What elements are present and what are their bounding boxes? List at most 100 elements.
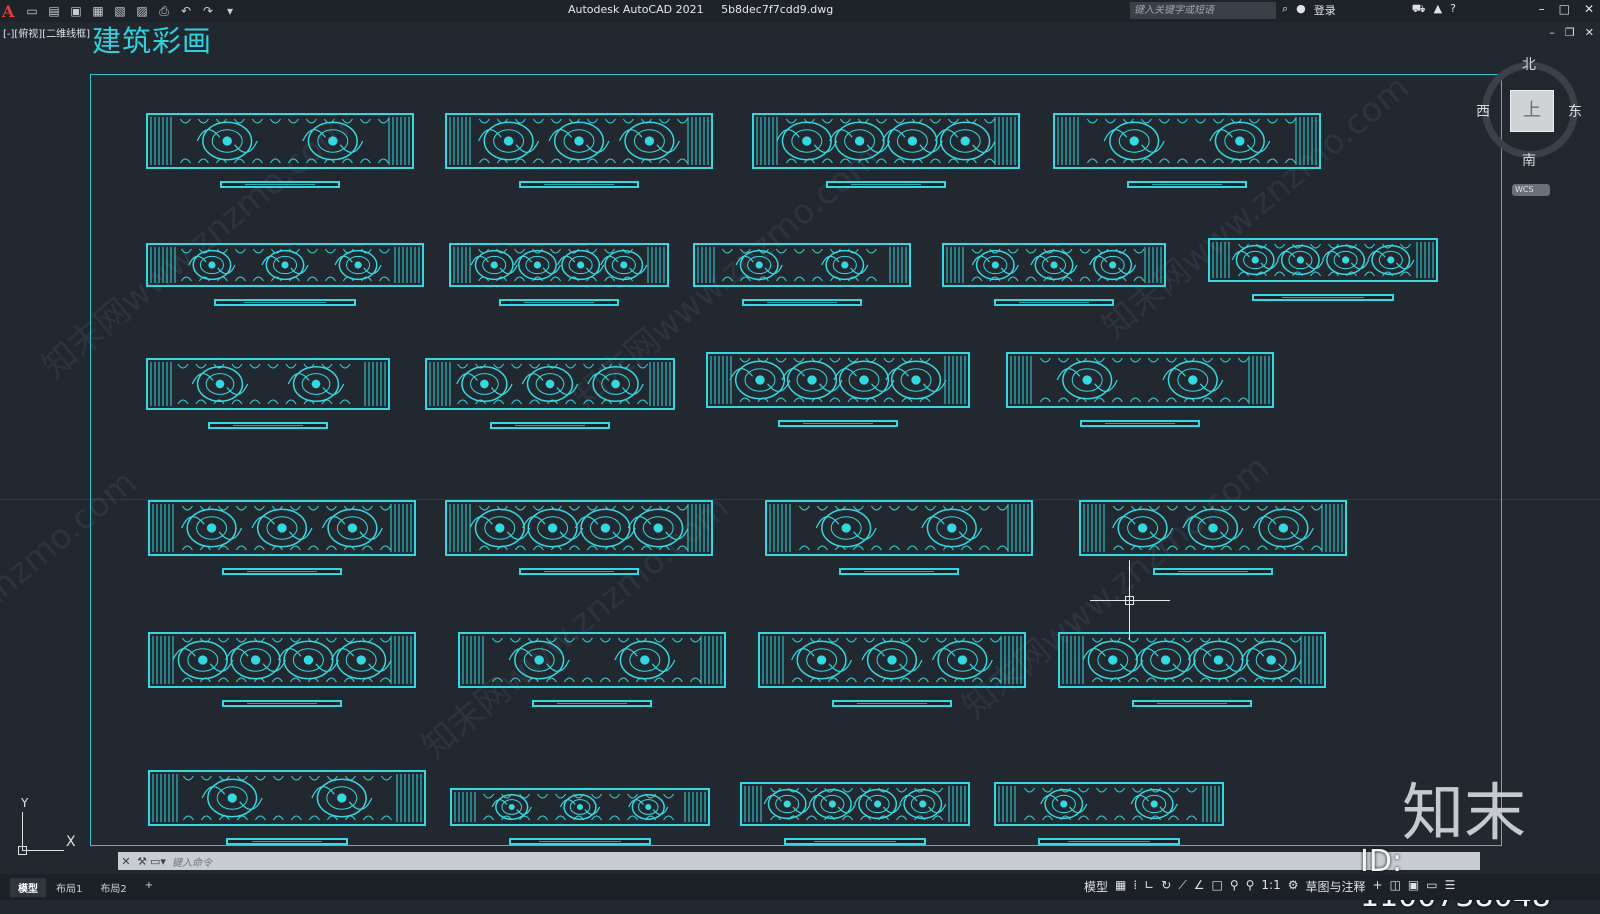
ucs-x-axis <box>22 850 64 851</box>
title-bar: A ▭ ▤ ▣ ▦ ▧ ▨ ⎙ ↶ ↷ ▾ Autodesk AutoCAD 2… <box>0 0 1600 22</box>
tab-layout2[interactable]: 布局2 <box>92 878 134 897</box>
recent-commands-icon[interactable]: ▭▾ <box>150 855 166 868</box>
command-input[interactable]: 键入命令 <box>172 854 212 869</box>
search-input[interactable]: 键入关键字或短语 <box>1130 2 1276 19</box>
ornament-panel <box>450 788 710 826</box>
save-icon[interactable]: ▣ <box>68 4 84 18</box>
file-name: 5b8dec7f7cdd9.dwg <box>721 3 834 16</box>
ornament-panel <box>765 500 1033 556</box>
annotation-visibility-icon[interactable]: ⚲ <box>1230 878 1239 895</box>
sheet-title: 建筑彩画 <box>92 24 213 58</box>
add-layout-button[interactable]: + <box>137 878 161 897</box>
ornament-label-bar <box>532 700 652 707</box>
command-line[interactable]: ✕ ⚒ ▭▾ 键入命令 <box>118 852 1480 870</box>
undo-icon[interactable]: ↶ <box>178 4 194 18</box>
ornament-label-bar <box>778 420 898 427</box>
maximize-icon[interactable]: □ <box>1559 2 1570 16</box>
help-icon[interactable]: ? <box>1450 2 1456 18</box>
open-folder-icon[interactable]: ▤ <box>46 4 62 18</box>
drawing-minimize-icon[interactable]: – <box>1549 26 1555 39</box>
wcs-menu[interactable]: WCS <box>1512 184 1550 196</box>
clean-screen-icon[interactable]: ▭ <box>1426 878 1437 895</box>
search-icon[interactable]: ⌕ <box>1282 2 1288 18</box>
annotation-scale[interactable]: 1:1 <box>1261 878 1280 895</box>
polar-icon[interactable]: ↻ <box>1161 878 1171 895</box>
ornament-panel <box>706 352 970 408</box>
compass-east[interactable]: 东 <box>1568 101 1582 121</box>
ornament-label-bar <box>226 838 348 845</box>
new-file-icon[interactable]: ▭ <box>24 4 40 18</box>
close-command-icon[interactable]: ✕ <box>118 855 134 868</box>
ornament-label-bar <box>519 568 639 575</box>
ornament-panel <box>758 632 1026 688</box>
plus-icon[interactable]: + <box>1373 878 1383 895</box>
drawing-close-icon[interactable]: ✕ <box>1585 26 1594 39</box>
app-title: Autodesk AutoCAD 2021 <box>568 3 704 16</box>
tab-layout1[interactable]: 布局1 <box>48 878 90 897</box>
close-icon[interactable]: ✕ <box>1584 2 1594 16</box>
cart-icon[interactable]: ⛟ <box>1412 2 1426 18</box>
save-as-icon[interactable]: ▦ <box>90 4 106 18</box>
grid-icon[interactable]: ▦ <box>1115 878 1126 895</box>
user-icon[interactable]: ● <box>1296 2 1306 18</box>
ornament-label-bar <box>832 700 952 707</box>
ornament-label-bar <box>490 422 610 429</box>
ornament-label-bar <box>826 181 946 188</box>
ornament-label-bar <box>1038 838 1180 845</box>
ornament-panel <box>148 632 416 688</box>
ornament-label-bar <box>1153 568 1273 575</box>
ornament-panel <box>740 782 970 826</box>
compass-south[interactable]: 南 <box>1522 150 1536 170</box>
ornament-panel <box>1079 500 1347 556</box>
watermark-brand: 知末 <box>1402 776 1527 849</box>
ornament-panel <box>146 243 424 287</box>
minimize-icon[interactable]: – <box>1539 2 1545 16</box>
ornament-label-bar <box>519 181 639 188</box>
model-space-toggle[interactable]: 模型 <box>1084 878 1108 895</box>
plot-icon[interactable]: ⎙ <box>156 4 172 19</box>
ornament-panel <box>425 358 675 410</box>
hardware-accel-icon[interactable]: ▣ <box>1408 878 1419 895</box>
login-link[interactable]: 登录 <box>1314 2 1336 18</box>
autocad-logo-icon[interactable]: A <box>2 2 18 21</box>
customization-menu-icon[interactable]: ☰ <box>1445 878 1456 895</box>
autoscale-icon[interactable]: ⚲ <box>1246 878 1255 895</box>
ornament-label-bar <box>1127 181 1247 188</box>
status-bar: 模型 布局1 布局2 + 模型 ▦ ⁞ ∟ ↻ ⟋ ∠ □ ⚲ ⚲ 1:1 ⚙ … <box>0 874 1600 900</box>
viewcube-face-top[interactable]: 上 <box>1510 90 1554 132</box>
save-web-icon[interactable]: ▨ <box>134 4 150 18</box>
object-snap-tracking-icon[interactable]: ∠ <box>1194 878 1205 895</box>
workspace-gear-icon[interactable]: ⚙ <box>1288 878 1299 895</box>
snap-icon[interactable]: ⁞ <box>1133 878 1137 895</box>
ornament-label-bar <box>222 700 342 707</box>
customize-command-icon[interactable]: ⚒ <box>134 855 150 868</box>
ornament-panel <box>1208 238 1438 282</box>
customize-toolbar-icon[interactable]: ▾ <box>222 4 238 18</box>
ornament-label-bar <box>1080 420 1200 427</box>
tab-model[interactable]: 模型 <box>10 878 46 897</box>
ornament-label-bar <box>222 568 342 575</box>
redo-icon[interactable]: ↷ <box>200 4 216 18</box>
open-web-icon[interactable]: ▧ <box>112 4 128 18</box>
viewport-controls[interactable]: [-][俯视][二维线框] <box>3 25 90 40</box>
ornament-panel <box>994 782 1224 826</box>
ucs-y-label: Y <box>21 796 29 810</box>
autodesk-a360-icon[interactable]: ▲ <box>1434 2 1442 18</box>
ornament-label-bar <box>499 299 619 306</box>
compass-west[interactable]: 西 <box>1476 101 1490 121</box>
isodraft-icon[interactable]: ⟋ <box>1178 878 1186 895</box>
drawing-restore-icon[interactable]: ❐ <box>1565 26 1575 39</box>
ornament-panel <box>445 500 713 556</box>
cursor-pickbox <box>1125 596 1134 605</box>
ortho-icon[interactable]: ∟ <box>1144 878 1154 895</box>
object-snap-icon[interactable]: □ <box>1211 878 1222 895</box>
ornament-label-bar <box>208 422 328 429</box>
ornament-panel <box>445 113 713 169</box>
ornament-panel <box>148 770 426 826</box>
isolate-icon[interactable]: ◫ <box>1390 878 1401 895</box>
workspace-switch[interactable]: 草图与注释 <box>1306 878 1366 895</box>
compass-north[interactable]: 北 <box>1522 54 1536 74</box>
layout-tabs: 模型 布局1 布局2 + <box>10 878 161 897</box>
ornament-panel <box>693 243 911 287</box>
ornament-panel <box>1006 352 1274 408</box>
